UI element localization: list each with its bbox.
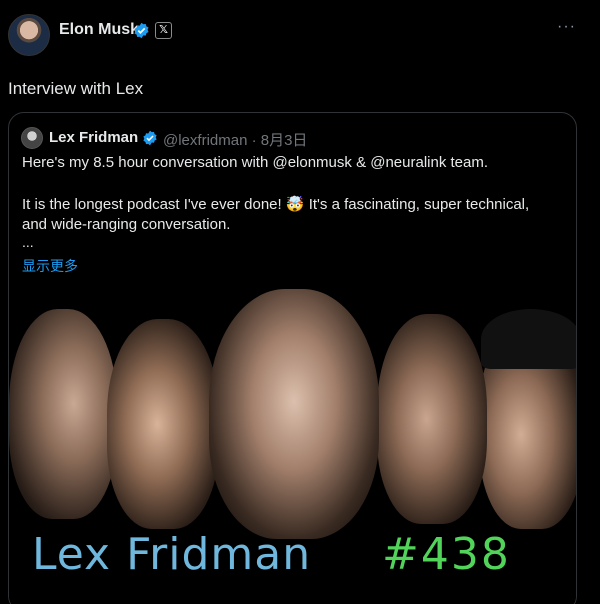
quoted-avatar[interactable] [21,127,43,149]
quoted-handle-date: @lexfridman · 8月3日 [163,132,308,149]
verified-badge-icon [143,130,157,146]
quoted-author-name[interactable]: Lex Fridman [49,129,138,146]
verified-badge-icon [134,22,149,39]
person-portrait [9,309,117,519]
quoted-text-line: Here's my 8.5 hour conversation with @el… [22,154,489,171]
quoted-text-line: and wide-ranging conversation. [22,216,231,233]
thumbnail-title: Lex Fridman [32,529,312,580]
cap-graphic [481,309,576,369]
person-portrait [209,289,379,539]
profile-avatar[interactable] [8,14,50,56]
tweet-text: Interview with Lex [8,79,144,98]
x-logo-icon: 𝕏 [155,22,172,39]
podcast-thumbnail[interactable]: Lex Fridman #438 [9,289,576,604]
tweet-header: Elon Musk 𝕏 ··· [0,0,600,64]
quoted-text-line: It is the longest podcast I've ever done… [22,196,530,213]
person-portrait [107,319,219,529]
thumbnail-episode: #438 [382,529,511,580]
more-options-icon[interactable]: ··· [557,18,576,36]
show-more-link[interactable]: 显示更多 [22,256,78,276]
quoted-tweet[interactable]: Lex Fridman @lexfridman · 8月3日 Here's my… [8,112,577,604]
author-name[interactable]: Elon Musk [59,21,139,39]
quoted-ellipsis: ... [22,234,34,250]
person-portrait [377,314,487,524]
